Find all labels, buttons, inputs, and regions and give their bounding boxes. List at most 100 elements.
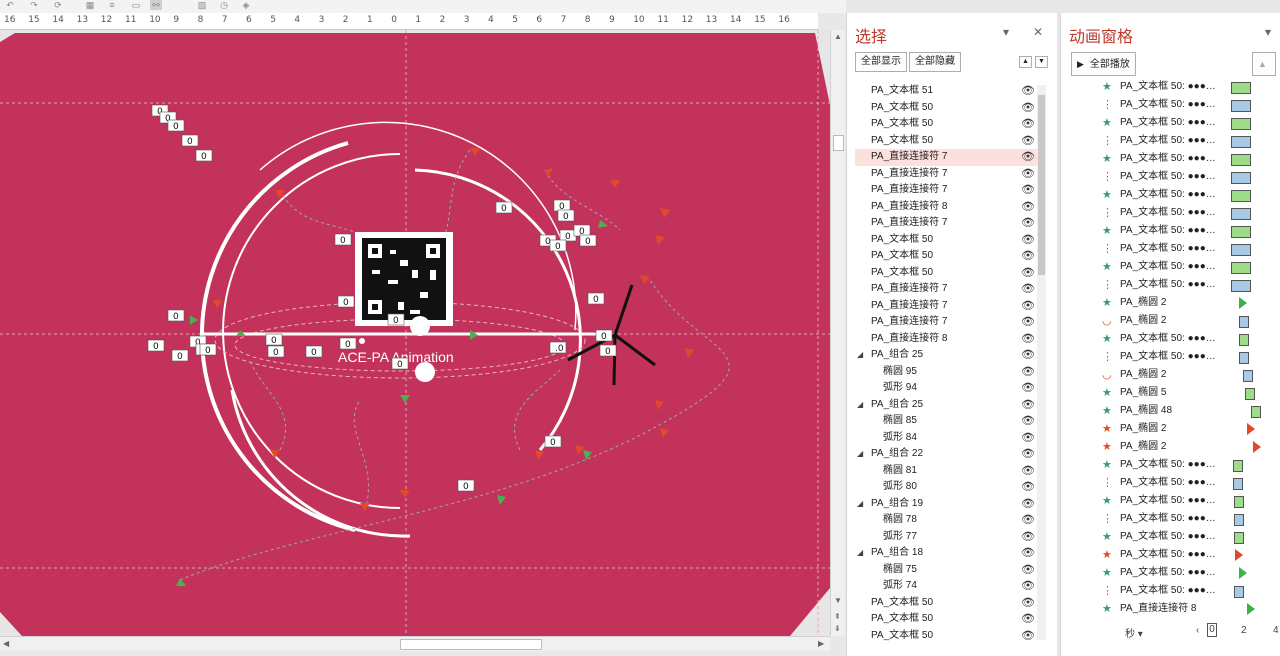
selection-item-row[interactable]: 椭圆 95 👁: [855, 364, 1037, 381]
timing-bar[interactable]: [1234, 586, 1244, 598]
animation-item-row[interactable]: ⋮ PA_文本框 50: ●●●…: [1069, 240, 1269, 258]
timing-bar[interactable]: [1233, 460, 1243, 472]
zero-tag[interactable]: 0: [167, 309, 185, 322]
visibility-eye-icon[interactable]: 👁: [1021, 83, 1035, 100]
pane-options-icon[interactable]: ▾: [1003, 25, 1009, 39]
visibility-eye-icon[interactable]: 👁: [1021, 199, 1035, 216]
visibility-eye-icon[interactable]: 👁: [1021, 331, 1035, 348]
animation-item-row[interactable]: ★ PA_椭圆 2: [1069, 294, 1269, 312]
timing-bar[interactable]: [1233, 478, 1243, 490]
play-all-button[interactable]: ▶ 全部播放: [1071, 52, 1136, 76]
selection-item-row[interactable]: PA_文本框 50 👁: [855, 248, 1037, 265]
visibility-eye-icon[interactable]: 👁: [1021, 116, 1035, 133]
animation-item-row[interactable]: ⋮ PA_文本框 50: ●●●…: [1069, 168, 1269, 186]
selection-item-row[interactable]: 弧形 77 👁: [855, 529, 1037, 546]
animation-item-row[interactable]: ⋮ PA_文本框 50: ●●●…: [1069, 276, 1269, 294]
canvas-vertical-scrollbar[interactable]: ▲ ▼ ⇞ ⇟: [830, 30, 845, 636]
zero-tag[interactable]: 0: [171, 349, 189, 362]
image-icon[interactable]: ▨: [196, 0, 208, 10]
zero-tag[interactable]: 0: [457, 479, 475, 492]
animation-item-row[interactable]: ★ PA_椭圆 2: [1069, 420, 1269, 438]
zero-tag[interactable]: 0: [544, 435, 562, 448]
selection-item-row[interactable]: 弧形 94 👁: [855, 380, 1037, 397]
timing-bar[interactable]: [1231, 100, 1251, 112]
timing-marker[interactable]: [1247, 603, 1255, 615]
selection-item-row[interactable]: PA_直接连接符 7 👁: [855, 166, 1037, 183]
zero-tag[interactable]: 0: [195, 149, 213, 162]
visibility-eye-icon[interactable]: 👁: [1021, 166, 1035, 183]
selection-item-row[interactable]: PA_文本框 50 👁: [855, 232, 1037, 249]
selection-item-row[interactable]: PA_文本框 50 👁: [855, 133, 1037, 150]
shape-icon[interactable]: ◈: [240, 0, 252, 10]
visibility-eye-icon[interactable]: 👁: [1021, 182, 1035, 199]
visibility-eye-icon[interactable]: 👁: [1021, 578, 1035, 595]
animation-item-row[interactable]: ⋮ PA_文本框 50: ●●●…: [1069, 474, 1269, 492]
timing-bar[interactable]: [1239, 334, 1249, 346]
zero-tag[interactable]: 0: [595, 329, 613, 342]
animation-item-row[interactable]: ★ PA_文本框 50: ●●●…: [1069, 456, 1269, 474]
animation-item-row[interactable]: ★ PA_文本框 50: ●●●…: [1069, 186, 1269, 204]
timing-bar[interactable]: [1231, 244, 1251, 256]
scroll-down-icon[interactable]: ▼: [834, 596, 842, 605]
timing-bar[interactable]: [1234, 532, 1244, 544]
bring-forward-icon[interactable]: ▲: [1019, 56, 1032, 68]
timing-marker[interactable]: [1247, 423, 1255, 435]
zero-tag[interactable]: 0: [267, 345, 285, 358]
animation-item-row[interactable]: ★ PA_文本框 50: ●●●…: [1069, 114, 1269, 132]
visibility-eye-icon[interactable]: 👁: [1021, 248, 1035, 265]
animation-item-row[interactable]: ★ PA_文本框 50: ●●●…: [1069, 564, 1269, 582]
selection-item-row[interactable]: PA_直接连接符 7 👁: [855, 298, 1037, 315]
timing-bar[interactable]: [1234, 514, 1244, 526]
animation-item-row[interactable]: ★ PA_椭圆 5: [1069, 384, 1269, 402]
visibility-eye-icon[interactable]: 👁: [1021, 446, 1035, 463]
zero-tag[interactable]: 0: [334, 233, 352, 246]
collapse-caret-icon[interactable]: ◢: [857, 496, 863, 513]
timing-bar[interactable]: [1243, 370, 1253, 382]
visibility-eye-icon[interactable]: 👁: [1021, 265, 1035, 282]
timing-bar[interactable]: [1239, 352, 1249, 364]
animation-item-row[interactable]: ⋮ PA_文本框 50: ●●●…: [1069, 96, 1269, 114]
refresh-icon[interactable]: ⟳: [52, 0, 64, 10]
selection-item-row[interactable]: 椭圆 81 👁: [855, 463, 1037, 480]
scroll-up-icon[interactable]: ▲: [834, 32, 842, 41]
visibility-eye-icon[interactable]: 👁: [1021, 595, 1035, 612]
zero-tag[interactable]: 0: [199, 343, 217, 356]
visibility-eye-icon[interactable]: 👁: [1021, 496, 1035, 513]
zero-tag[interactable]: 0: [339, 337, 357, 350]
animation-item-row[interactable]: ⋮ PA_文本框 50: ●●●…: [1069, 510, 1269, 528]
redo-icon[interactable]: ↷: [28, 0, 40, 10]
selection-item-row[interactable]: PA_直接连接符 7 👁: [855, 182, 1037, 199]
timeline-unit-dropdown[interactable]: 秒 ▾: [1125, 625, 1143, 640]
selection-item-row[interactable]: PA_文本框 50 👁: [855, 628, 1037, 645]
animation-item-row[interactable]: ★ PA_文本框 50: ●●●…: [1069, 78, 1269, 96]
zero-tag[interactable]: 0: [265, 333, 283, 346]
visibility-eye-icon[interactable]: 👁: [1021, 232, 1035, 249]
timing-marker[interactable]: [1235, 549, 1243, 561]
table-icon[interactable]: ▦: [84, 0, 96, 10]
selection-group-row[interactable]: ◢ PA_组合 25 👁: [855, 347, 1037, 364]
selection-item-row[interactable]: 弧形 74 👁: [855, 578, 1037, 595]
selection-item-row[interactable]: PA_直接连接符 7 👁: [855, 314, 1037, 331]
selection-scrollbar[interactable]: [1037, 85, 1046, 640]
timing-bar[interactable]: [1245, 388, 1255, 400]
scroll-right-icon[interactable]: ▶: [818, 639, 824, 648]
animation-item-row[interactable]: ⋮ PA_文本框 50: ●●●…: [1069, 348, 1269, 366]
zero-tag[interactable]: 0: [147, 339, 165, 352]
visibility-eye-icon[interactable]: 👁: [1021, 215, 1035, 232]
selection-item-row[interactable]: PA_直接连接符 8 👁: [855, 331, 1037, 348]
selection-item-row[interactable]: 椭圆 85 👁: [855, 413, 1037, 430]
scroll-left-icon[interactable]: ◀: [3, 639, 9, 648]
zero-tag[interactable]: 0: [579, 234, 597, 247]
close-icon[interactable]: ✕: [1033, 25, 1043, 39]
visibility-eye-icon[interactable]: 👁: [1021, 314, 1035, 331]
selection-item-row[interactable]: PA_文本框 50 👁: [855, 265, 1037, 282]
selection-item-row[interactable]: PA_直接连接符 7 👁: [855, 215, 1037, 232]
canvas-horizontal-scrollbar[interactable]: ◀ ▶: [0, 636, 830, 651]
selection-item-row[interactable]: PA_直接连接符 7 👁: [855, 281, 1037, 298]
visibility-eye-icon[interactable]: 👁: [1021, 562, 1035, 579]
move-up-icon[interactable]: ▲: [1252, 52, 1276, 76]
selection-item-row[interactable]: PA_文本框 50 👁: [855, 595, 1037, 612]
visibility-eye-icon[interactable]: 👁: [1021, 347, 1035, 364]
visibility-eye-icon[interactable]: 👁: [1021, 479, 1035, 496]
selection-group-row[interactable]: ◢ PA_组合 19 👁: [855, 496, 1037, 513]
